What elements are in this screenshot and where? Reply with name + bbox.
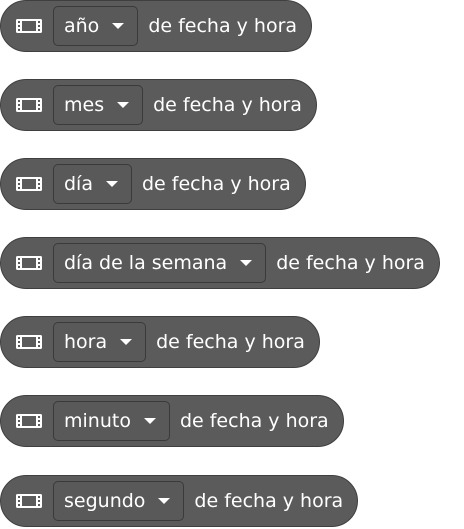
film-strip-icon: [15, 255, 43, 271]
field-dropdown[interactable]: hora: [53, 322, 147, 362]
datetime-block-month[interactable]: mes de fecha y hora: [0, 79, 317, 131]
film-strip-icon: [15, 413, 43, 429]
dropdown-value: año: [64, 15, 100, 37]
film-strip-icon: [15, 18, 43, 34]
chevron-down-icon: [105, 179, 119, 189]
chevron-down-icon: [111, 21, 125, 31]
dropdown-value: mes: [64, 94, 105, 116]
field-dropdown[interactable]: día: [53, 164, 132, 204]
datetime-block-hour[interactable]: hora de fecha y hora: [0, 316, 320, 368]
field-dropdown[interactable]: día de la semana: [53, 243, 267, 283]
field-dropdown[interactable]: minuto: [53, 401, 170, 441]
block-suffix-label: de fecha y hora: [194, 490, 344, 512]
block-suffix-label: de fecha y hora: [141, 173, 291, 195]
chevron-down-icon: [119, 337, 133, 347]
film-strip-icon: [15, 176, 43, 192]
film-strip-icon: [15, 334, 43, 350]
chevron-down-icon: [143, 416, 157, 426]
dropdown-value: hora: [64, 331, 108, 353]
dropdown-value: día: [64, 173, 93, 195]
chevron-down-icon: [157, 496, 171, 506]
dropdown-value: minuto: [64, 410, 131, 432]
block-suffix-label: de fecha y hora: [148, 15, 298, 37]
dropdown-value: día de la semana: [64, 252, 228, 274]
datetime-block-minute[interactable]: minuto de fecha y hora: [0, 395, 344, 447]
datetime-block-year[interactable]: año de fecha y hora: [0, 0, 313, 52]
block-suffix-label: de fecha y hora: [153, 94, 302, 116]
block-suffix-label: de fecha y hora: [156, 331, 305, 353]
datetime-block-second[interactable]: segundo de fecha y hora: [0, 475, 359, 527]
chevron-down-icon: [239, 258, 253, 268]
chevron-down-icon: [116, 100, 130, 110]
dropdown-value: segundo: [64, 490, 146, 512]
field-dropdown[interactable]: segundo: [53, 481, 185, 521]
block-suffix-label: de fecha y hora: [276, 252, 425, 274]
block-suffix-label: de fecha y hora: [179, 410, 329, 432]
film-strip-icon: [15, 493, 43, 509]
datetime-block-weekday[interactable]: día de la semana de fecha y hora: [0, 237, 440, 289]
field-dropdown[interactable]: año: [53, 6, 139, 46]
field-dropdown[interactable]: mes: [53, 85, 144, 125]
film-strip-icon: [15, 97, 43, 113]
datetime-block-day[interactable]: día de fecha y hora: [0, 158, 306, 210]
